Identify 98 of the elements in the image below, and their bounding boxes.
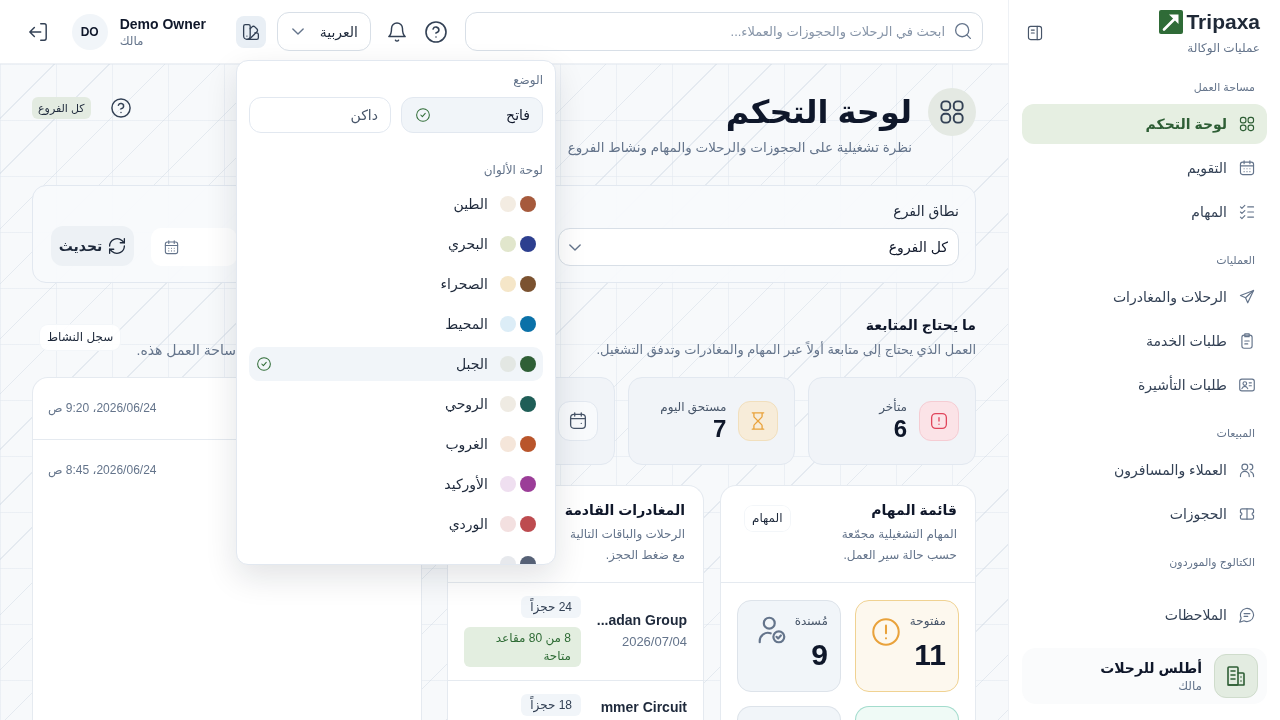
section-label: المبيعات <box>1216 426 1256 441</box>
card-title: المغادرات القادمة <box>564 501 685 520</box>
tile-value: 9 <box>811 637 828 673</box>
metric-value: 7 <box>713 415 727 443</box>
timestamp: 2026/06/24، 8:45 ص <box>48 462 157 478</box>
section-label: الكتالوج والموردون <box>1169 555 1256 570</box>
nav-item[interactable]: الملاحظات <box>1022 595 1267 635</box>
palette-option[interactable]: الوردي <box>249 507 543 541</box>
user-name: Demo Owner <box>119 14 206 33</box>
refresh-icon <box>108 237 127 255</box>
menu-section-label: الوضع <box>513 72 543 88</box>
hourglass-icon <box>738 401 779 441</box>
brand-subtitle: عمليات الوكالة <box>1187 40 1260 56</box>
metric-label: متأخر <box>879 399 907 415</box>
nav-item[interactable]: المهام <box>1022 192 1267 232</box>
menu-section-label: لوحة الألوان <box>483 162 543 178</box>
user-role: مالك <box>119 32 144 49</box>
mode-option[interactable]: داكن <box>249 97 391 133</box>
swatch-book-icon <box>242 22 260 41</box>
nav-item[interactable]: طلبات الخدمة <box>1022 321 1267 361</box>
refresh-button[interactable]: تحديث <box>51 226 134 266</box>
departure-name: ...adan Group <box>596 611 687 630</box>
check-circle-icon <box>416 108 430 122</box>
palette-option[interactable]: الصحراء <box>249 267 543 301</box>
help-icon[interactable] <box>110 98 131 118</box>
organization-name: أطلس للرحلات <box>1100 658 1202 678</box>
calendar-icon <box>1239 160 1255 176</box>
palette-option[interactable]: الروحي <box>249 387 543 421</box>
metric-value: 6 <box>893 415 907 443</box>
activity-log-link[interactable]: سجل النشاط <box>40 325 121 350</box>
departure-date: 2026/07/04 <box>621 633 687 651</box>
section-title: ما يحتاج المتابعة <box>865 316 976 335</box>
id-card-icon <box>1239 377 1255 393</box>
building-icon <box>1214 654 1258 698</box>
organization-role: مالك <box>1177 678 1202 694</box>
grid-icon <box>1239 116 1255 132</box>
clipboard-icon <box>1239 333 1255 349</box>
date-field[interactable] <box>151 228 237 266</box>
page-title: لوحة التحكم <box>724 93 912 133</box>
section-subtitle: العمل الذي يحتاج إلى متابعة أولاً عبر المهام والمغادرات وتدفق التشغيل. <box>596 340 976 360</box>
palette-option[interactable]: الطين <box>249 187 543 221</box>
nav-item[interactable]: لوحة التحكم <box>1022 104 1267 144</box>
card-subtitle: الرحلات والباقات التالية مع ضغط الحجز. <box>569 526 685 564</box>
paper-plane-icon <box>1239 289 1255 305</box>
tile-label: مفتوحة <box>909 613 946 629</box>
logout-icon[interactable] <box>27 21 48 42</box>
chevron-down-icon <box>569 243 581 251</box>
branch-select[interactable]: كل الفروع <box>558 228 959 266</box>
alert-icon <box>919 401 959 441</box>
check-circle-icon <box>257 357 271 371</box>
timestamp: 2026/06/24، 9:20 ص <box>48 400 157 416</box>
language-select[interactable]: العربية <box>277 12 371 51</box>
calendar-icon <box>557 401 598 441</box>
section-subtitle: ساحة العمل هذه. <box>136 341 236 360</box>
palette-option[interactable]: الغروب <box>249 427 543 461</box>
user-check-icon <box>757 615 787 645</box>
nav-item[interactable]: العملاء والمسافرون <box>1022 450 1267 490</box>
palette-option[interactable]: البحري <box>249 227 543 261</box>
search-icon <box>954 22 972 40</box>
brand-name: Tripaxa <box>1186 10 1260 34</box>
metric-label: مستحق اليوم <box>660 399 727 415</box>
nav-item[interactable]: الرحلات والمغادرات <box>1022 277 1267 317</box>
mode-option[interactable]: فاتح <box>401 97 543 133</box>
search-field[interactable]: ابحث في الرحلات والحجوزات والعملاء... <box>465 12 983 51</box>
palette-option[interactable]: الأوركيد <box>249 467 543 501</box>
branch-scope-badge: كل الفروع <box>32 97 91 119</box>
field-label: نطاق الفرع <box>893 202 959 221</box>
departure-name: mmer Circuit <box>600 698 687 717</box>
speech-bubble-icon <box>1239 607 1255 623</box>
tasks-link[interactable]: المهام <box>745 506 790 531</box>
palette-option[interactable]: الجبل <box>249 347 543 381</box>
tile-label: مُسندة <box>794 613 828 629</box>
theme-button[interactable] <box>236 15 266 48</box>
tile-value: 11 <box>914 637 946 673</box>
seats-available: 8 من 80 مقاعد متاحة <box>464 627 581 667</box>
section-label: مساحة العمل <box>1193 80 1256 95</box>
logo-icon <box>1159 10 1184 34</box>
nav-item[interactable]: التقويم <box>1022 148 1267 188</box>
bookings-count: 24 حجزاً <box>521 596 581 618</box>
card-title: قائمة المهام <box>871 501 957 521</box>
section-label: العمليات <box>1216 253 1256 268</box>
sidebar-toggle-icon[interactable] <box>1027 25 1043 41</box>
checklist-icon <box>1239 204 1255 220</box>
ticket-icon <box>1239 506 1255 522</box>
avatar[interactable]: DO <box>71 13 108 50</box>
calendar-icon <box>164 239 179 255</box>
users-icon <box>1239 462 1255 478</box>
bell-icon[interactable] <box>387 21 407 42</box>
grid-icon <box>928 88 976 136</box>
palette-option[interactable]: المحيط <box>249 307 543 341</box>
nav-item[interactable]: الحجوزات <box>1022 494 1267 534</box>
help-icon[interactable] <box>425 20 447 43</box>
nav-item[interactable]: طلبات التأشيرة <box>1022 365 1267 405</box>
bookings-count: 18 حجزاً <box>521 694 581 716</box>
page-subtitle: نظرة تشغيلية على الحجوزات والرحلات والمهام ونشاط الفروع <box>567 139 912 158</box>
chevron-down-icon <box>292 28 304 35</box>
alert-circle-icon <box>872 618 900 646</box>
card-subtitle: المهام التشغيلية مجمّعة حسب حالة سير العمل. <box>840 526 957 564</box>
